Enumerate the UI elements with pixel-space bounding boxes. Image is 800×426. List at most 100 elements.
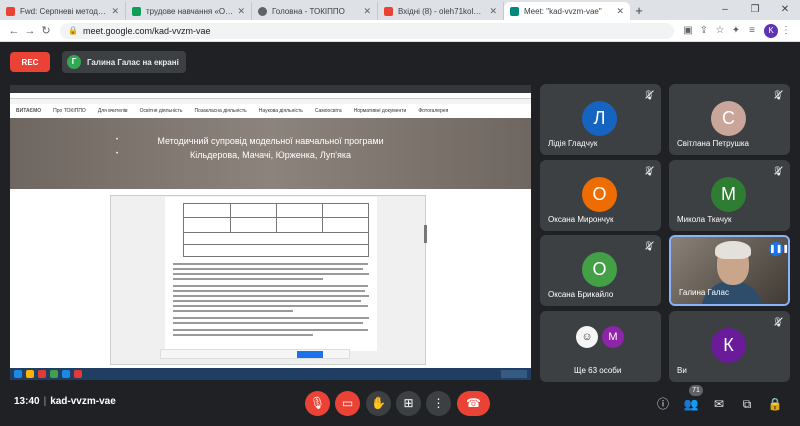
close-tab-icon[interactable]: ✕ — [111, 6, 119, 17]
document-table — [183, 203, 369, 257]
participant-avatar: Л — [582, 101, 617, 136]
back-icon[interactable]: ← — [6, 25, 22, 37]
lock-icon[interactable]: 🔒 — [68, 26, 78, 35]
site-nav-item: Фотогалерея — [418, 108, 449, 114]
participant-name: Світлана Петрушка — [677, 139, 749, 148]
more-options-button[interactable]: ⋮ — [426, 391, 451, 416]
document-scrollbar — [424, 225, 427, 243]
new-tab-button[interactable]: + — [630, 2, 648, 20]
participant-tile[interactable]: М 🎙 Микола Ткачук — [669, 160, 790, 231]
extensions-icon[interactable]: ✦ — [728, 25, 744, 36]
participant-avatar: О — [582, 177, 617, 212]
close-tab-icon[interactable]: ✕ — [237, 6, 245, 17]
mic-off-button[interactable]: 🎙 — [305, 391, 330, 416]
browser-tab[interactable]: Fwd: Серпневі методичні сту... ✕ — [0, 2, 126, 20]
browser-tab[interactable]: Вхідні (8) - oleh71kolod@gm... ✕ — [378, 2, 504, 20]
share-icon[interactable]: ⇪ — [696, 25, 712, 36]
meet-favicon-icon — [510, 6, 519, 16]
cam-off-icon: ▭ — [341, 396, 354, 410]
participant-tile[interactable]: Л 🎙 Лідія Гладчук — [540, 84, 661, 155]
recording-badge[interactable]: REC — [10, 52, 50, 72]
document-action-button — [297, 351, 323, 358]
close-tab-icon[interactable]: ✕ — [616, 6, 624, 17]
close-tab-icon[interactable]: ✕ — [489, 6, 497, 17]
participant-tile[interactable]: О 🎙 Оксана Мирончук — [540, 160, 661, 231]
participant-name: Оксана Мирончук — [548, 215, 614, 224]
site-nav-item: Про ТОКІППО — [53, 108, 86, 114]
participant-tile[interactable]: О 🎙 Оксана Брикайло — [540, 235, 661, 306]
host-controls-button[interactable]: 🔒 — [766, 395, 784, 413]
gmail-favicon-icon — [384, 6, 393, 16]
minimize-icon[interactable]: – — [710, 0, 740, 20]
browser-tab-title: Meet: "kad-vvzm-vae" — [524, 6, 602, 16]
more-icon: ⋮ — [432, 396, 445, 410]
participant-name: Лідія Гладчук — [548, 139, 598, 148]
browser-tab-title: Fwd: Серпневі методичні сту... — [20, 6, 107, 16]
browser-tab-title: Вхідні (8) - oleh71kolod@gm... — [398, 6, 485, 16]
site-nav-item: Позакласна діяльність — [194, 108, 247, 114]
shared-document-viewer — [10, 189, 531, 368]
meeting-code: kad-vvzm-vae — [50, 396, 116, 407]
mic-off-icon: 🎙 — [772, 166, 784, 176]
meeting-time: 13:40 — [14, 396, 40, 407]
raise-hand-button[interactable]: ✋ — [366, 391, 391, 416]
meeting-details: 13:40 | kad-vvzm-vae — [14, 396, 116, 407]
shared-clock — [501, 370, 527, 378]
activities-button[interactable]: ⧉ — [738, 395, 756, 413]
mic-off-icon: 🎙 — [643, 90, 655, 100]
participant-name: Оксана Брикайло — [548, 290, 614, 299]
browser-tab-active[interactable]: Meet: "kad-vvzm-vae" ✕ — [504, 2, 630, 20]
presenter-avatar: Г — [67, 55, 81, 69]
shared-banner: • • Методичний супровід модельної навчал… — [10, 118, 531, 189]
presenter-banner: Г Галина Галас на екрані — [62, 51, 186, 73]
participant-avatar: С — [711, 101, 746, 136]
close-tab-icon[interactable]: ✕ — [363, 6, 371, 17]
chat-button[interactable]: ✉ — [710, 395, 728, 413]
browser-tab[interactable]: трудове навчання «Освіта Т... ✕ — [126, 2, 252, 20]
camera-off-button[interactable]: ▭ — [335, 391, 360, 416]
browser-toolbar: ← → ↻ 🔒 meet.google.com/kad-vvzm-vae ▣ ⇪… — [0, 20, 800, 42]
bookmark-star-icon[interactable]: ☆ — [712, 25, 728, 36]
maximize-icon[interactable]: ❐ — [740, 0, 770, 20]
site-nav-item: Нормативні документи — [353, 108, 407, 114]
sheets-favicon-icon — [132, 6, 141, 16]
gmail-favicon-icon — [6, 6, 15, 16]
globe-favicon-icon — [258, 6, 267, 16]
shared-site-nav: ВИТАЄМО Про ТОКІППО Для вчителів Освітня… — [10, 104, 531, 118]
participant-tile[interactable]: С 🎙 Світлана Петрушка — [669, 84, 790, 155]
mic-off-icon: 🎙 — [772, 90, 784, 100]
site-nav-item: Для вчителів — [97, 108, 128, 114]
info-button[interactable]: ⓘ — [654, 395, 672, 413]
document-footer-bar — [160, 349, 350, 359]
meet-control-bar: 13:40 | kad-vvzm-vae 🎙 ▭ ✋ ⊞ ⋮ ☎ ⓘ 71 👥 ✉ … — [0, 382, 800, 426]
reload-icon[interactable]: ↻ — [38, 24, 54, 37]
present-icon: ⊞ — [403, 396, 414, 410]
more-participants-label: Ще 63 особи — [574, 366, 622, 375]
people-button[interactable]: 👥 — [682, 395, 700, 413]
more-participants-tile[interactable]: ☺ М Ще 63 особи — [540, 311, 661, 382]
reading-list-icon[interactable]: ≡ — [744, 25, 760, 36]
browser-tab[interactable]: Головна - ТОКІППО ✕ — [252, 2, 378, 20]
shared-screen: ВИТАЄМО Про ТОКІППО Для вчителів Освітня… — [10, 85, 531, 380]
profile-avatar[interactable]: K — [764, 23, 778, 38]
participant-photo-avatar: ☺ — [576, 326, 598, 348]
presenter-text: Галина Галас на екрані — [87, 57, 179, 67]
present-button[interactable]: ⊞ — [396, 391, 421, 416]
browser-tab-title: трудове навчання «Освіта Т... — [146, 6, 234, 16]
close-window-icon[interactable]: ✕ — [770, 0, 800, 20]
browser-menu-icon[interactable]: ⋮ — [778, 25, 794, 36]
banner-line-1: Методичний супровід модельної навчальної… — [157, 136, 384, 146]
hangup-icon: ☎ — [466, 396, 481, 410]
shared-browser-tabs — [10, 85, 531, 93]
site-nav-item: Самоосвіта — [314, 108, 342, 114]
leave-call-button[interactable]: ☎ — [457, 391, 490, 416]
mic-off-icon: 🎙 — [643, 241, 655, 251]
address-bar[interactable]: 🔒 meet.google.com/kad-vvzm-vae — [60, 22, 674, 39]
self-tile[interactable]: К 🎙 Ви — [669, 311, 790, 382]
mic-off-icon: 🎙 — [643, 166, 655, 176]
participant-name: Микола Ткачук — [677, 215, 732, 224]
participant-name: Галина Галас — [679, 288, 730, 297]
camera-permission-icon[interactable]: ▣ — [680, 25, 696, 36]
forward-icon[interactable]: → — [22, 25, 38, 37]
participant-tile-speaking[interactable]: ❚❚❚ Галина Галас — [669, 235, 790, 306]
